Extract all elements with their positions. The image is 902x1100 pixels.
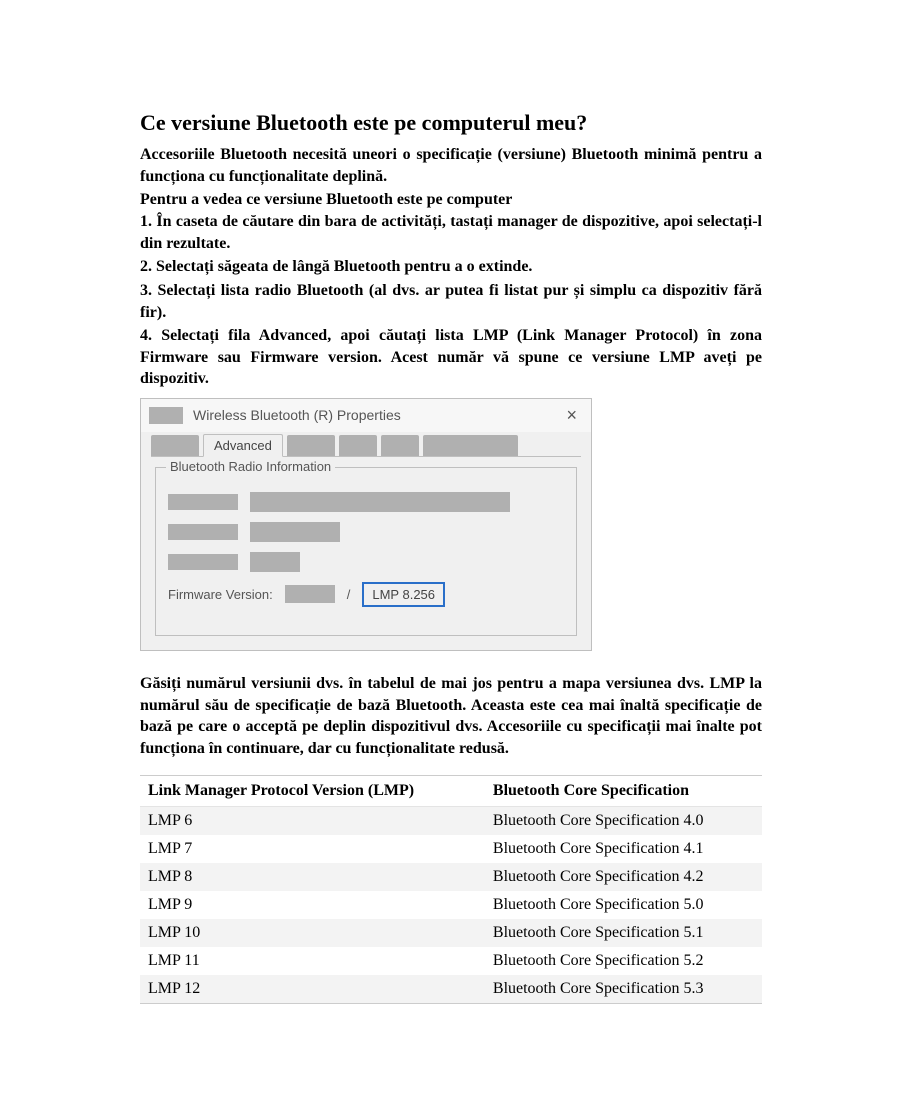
page-title: Ce versiune Bluetooth este pe computerul… — [140, 110, 762, 136]
intro-paragraph: Accesoriile Bluetooth necesită uneori o … — [140, 144, 762, 187]
lmp-value-box: LMP 8.256 — [362, 582, 445, 607]
cell-lmp: LMP 12 — [140, 975, 485, 1003]
dialog-icon — [149, 407, 183, 424]
redacted-label — [168, 524, 238, 540]
cell-spec: Bluetooth Core Specification 5.0 — [485, 891, 762, 919]
table-row: LMP 7 Bluetooth Core Specification 4.1 — [140, 835, 762, 863]
col-header-lmp: Link Manager Protocol Version (LMP) — [140, 776, 485, 807]
properties-dialog: Wireless Bluetooth (R) Properties × Adva… — [140, 398, 592, 651]
close-icon[interactable]: × — [560, 405, 583, 426]
cell-spec: Bluetooth Core Specification 5.3 — [485, 975, 762, 1003]
tab-placeholder[interactable] — [381, 435, 419, 457]
cell-spec: Bluetooth Core Specification 4.2 — [485, 863, 762, 891]
tab-placeholder[interactable] — [339, 435, 377, 457]
table-row: LMP 9 Bluetooth Core Specification 5.0 — [140, 891, 762, 919]
table-row: LMP 8 Bluetooth Core Specification 4.2 — [140, 863, 762, 891]
document-page: Ce versiune Bluetooth este pe computerul… — [0, 0, 902, 1100]
tab-placeholder[interactable] — [423, 435, 518, 457]
group-label: Bluetooth Radio Information — [166, 459, 335, 474]
redacted-value — [250, 552, 300, 572]
redacted-label — [168, 494, 238, 510]
table-intro-paragraph: Găsiți numărul versiunii dvs. în tabelul… — [140, 673, 762, 759]
tab-placeholder[interactable] — [287, 435, 335, 457]
dialog-titlebar: Wireless Bluetooth (R) Properties × — [141, 399, 591, 432]
cell-lmp: LMP 11 — [140, 947, 485, 975]
cell-spec: Bluetooth Core Specification 4.0 — [485, 807, 762, 836]
section-subhead: Pentru a vedea ce versiune Bluetooth est… — [140, 191, 762, 209]
cell-spec: Bluetooth Core Specification 5.2 — [485, 947, 762, 975]
step-4: 4. Selectați fila Advanced, apoi căutați… — [140, 325, 762, 390]
table-row: LMP 10 Bluetooth Core Specification 5.1 — [140, 919, 762, 947]
dialog-tabs: Advanced — [141, 434, 591, 457]
tab-advanced[interactable]: Advanced — [203, 434, 283, 457]
table-footer-rule — [140, 1003, 762, 1040]
step-2: 2. Selectați săgeata de lângă Bluetooth … — [140, 256, 762, 278]
cell-spec: Bluetooth Core Specification 4.1 — [485, 835, 762, 863]
lmp-version-table: Link Manager Protocol Version (LMP) Blue… — [140, 775, 762, 1003]
cell-lmp: LMP 9 — [140, 891, 485, 919]
redacted-label — [168, 554, 238, 570]
redacted-value — [285, 585, 335, 603]
cell-spec: Bluetooth Core Specification 5.1 — [485, 919, 762, 947]
redacted-value — [250, 492, 510, 512]
table-row: LMP 6 Bluetooth Core Specification 4.0 — [140, 807, 762, 836]
slash: / — [347, 587, 351, 602]
cell-lmp: LMP 7 — [140, 835, 485, 863]
tab-placeholder[interactable] — [151, 435, 199, 457]
firmware-version-label: Firmware Version: — [168, 587, 273, 602]
table-row: LMP 12 Bluetooth Core Specification 5.3 — [140, 975, 762, 1003]
bluetooth-radio-group: Bluetooth Radio Information Firmware Ver… — [155, 467, 577, 636]
table-header-row: Link Manager Protocol Version (LMP) Blue… — [140, 776, 762, 807]
cell-lmp: LMP 8 — [140, 863, 485, 891]
dialog-title: Wireless Bluetooth (R) Properties — [193, 407, 560, 423]
step-3: 3. Selectați lista radio Bluetooth (al d… — [140, 280, 762, 323]
col-header-spec: Bluetooth Core Specification — [485, 776, 762, 807]
cell-lmp: LMP 10 — [140, 919, 485, 947]
cell-lmp: LMP 6 — [140, 807, 485, 836]
table-row: LMP 11 Bluetooth Core Specification 5.2 — [140, 947, 762, 975]
redacted-value — [250, 522, 340, 542]
step-1: 1. În caseta de căutare din bara de acti… — [140, 211, 762, 254]
